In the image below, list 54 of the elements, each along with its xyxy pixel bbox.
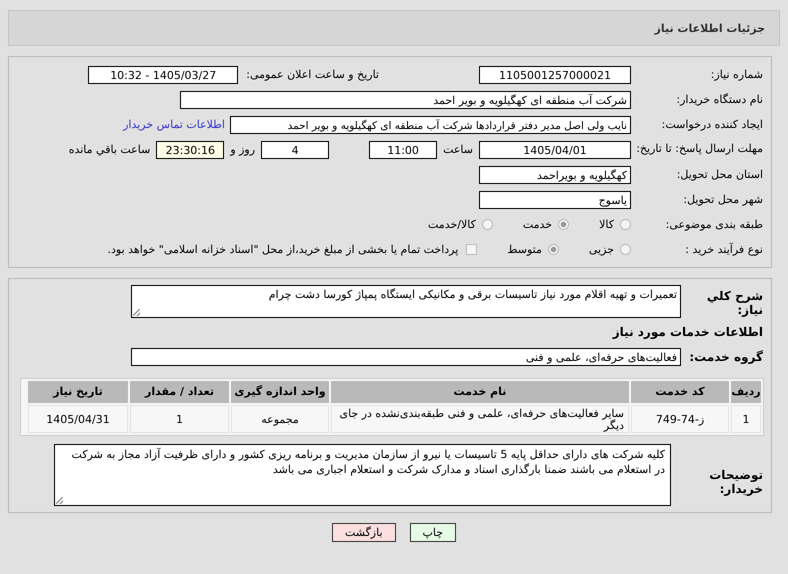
field-label: توضیحات خریدار: xyxy=(708,468,764,496)
service-group-field: فعالیت‌های حرفه‌ای، علمی و فنی xyxy=(131,348,681,366)
remaining-label: ساعت باقي مانده xyxy=(68,143,150,156)
deadline-date-field: 1405/04/01 xyxy=(479,140,631,158)
resize-grip-icon xyxy=(133,309,140,316)
page-title: جزئیات اطلاعات نیاز xyxy=(654,22,765,34)
field-label: استان محل تحویل: xyxy=(676,168,764,181)
radio-option[interactable]: جزیی xyxy=(588,243,631,256)
need-number-field: 1105001257000021 xyxy=(479,66,631,84)
treasury-note: پرداخت تمام یا بخشی از مبلغ خرید،از محل "اسناد خزانه اسلامی" خواهد بود. xyxy=(108,243,458,256)
column-header: تعداد / مقدار xyxy=(130,381,229,403)
field-label: نوع فرآیند خرید : xyxy=(684,243,764,256)
table-cell: 1 xyxy=(130,405,229,433)
radio-option[interactable]: کالا/خدمت xyxy=(428,218,493,231)
field-label: مهلت ارسال پاسخ: تا تاریخ: xyxy=(635,142,764,157)
table-cell: سایر فعالیت‌های حرفه‌ای، علمی و فنی طبقه‌بندی‌نشده در جای دیگر xyxy=(331,405,629,433)
resize-grip-icon xyxy=(56,497,63,504)
checkbox[interactable] xyxy=(466,244,478,255)
radio-option[interactable]: خدمت xyxy=(522,218,570,231)
buyer-name-field: شرکت آب منطقه ای کهگیلویه و بویر احمد xyxy=(180,90,631,108)
radio-option[interactable]: متوسط xyxy=(507,243,559,256)
table-cell: 1 xyxy=(731,405,761,433)
action-button[interactable]: چاپ xyxy=(410,523,456,542)
field-label: تاریخ و ساعت اعلان عمومی: xyxy=(246,68,379,81)
column-header: کد خدمت xyxy=(631,381,729,403)
column-header: واحد اندازه گیری xyxy=(231,381,329,403)
field-label: شرح کلي نیاز: xyxy=(706,289,764,317)
table-cell: ز-74-749 xyxy=(631,405,729,433)
buyer-notes-field: کلیه شرکت های دارای حداقل پایه 5 تاسیسات یا نیرو از سازمان مدیریت و برنامه ریزی کشور و دارای ظرفیت آزاد مجاز به شرکت در استعلام می باشند ضمنا بارگذاری اسناد و مدارک شرکت و استعلام اجباری می باشد xyxy=(54,444,671,506)
remaining-time-field: 23:30:16 xyxy=(156,140,224,158)
section-heading: اطلاعات خدمات مورد نیاز xyxy=(612,324,764,338)
summary-field: تعمیرات و تهیه اقلام مورد نیاز تاسیسات برقی و مکانیکی ایستگاه پمپاژ کورسا دشت چرام xyxy=(131,285,681,318)
creator-field: نایب ولی اصل مدیر دفتر قراردادها شرکت آب منطقه ای کهگیلویه و بویر احمد xyxy=(230,116,631,134)
column-header: تاریخ نیاز xyxy=(28,381,128,403)
days-label: روز و xyxy=(230,143,256,156)
field-label: ایجاد کننده درخواست: xyxy=(660,118,764,131)
action-button[interactable]: بازگشت xyxy=(332,523,396,542)
field-label: شماره نیاز: xyxy=(710,68,764,81)
days-field: 4 xyxy=(261,140,330,158)
column-header: نام خدمت xyxy=(331,381,629,403)
deadline-time-field: 11:00 xyxy=(369,140,438,158)
province-field: کهگیلویه و بویراحمد xyxy=(479,166,631,184)
table-cell: مجموعه xyxy=(231,405,329,433)
time-label: ساعت xyxy=(443,143,473,156)
field-label: گروه خدمت: xyxy=(688,350,764,364)
radio-option[interactable]: کالا xyxy=(599,218,631,231)
announce-date-field: 1405/03/27 - 10:32 xyxy=(88,66,238,84)
field-label: نام دستگاه خریدار: xyxy=(675,93,764,106)
column-header: ردیف xyxy=(731,381,761,403)
city-field: یاسوج xyxy=(479,190,631,208)
contact-link[interactable]: اطلاعات تماس خریدار xyxy=(123,118,225,131)
field-label: طبقه بندی موضوعی: xyxy=(664,218,764,231)
field-label: شهر محل تحویل: xyxy=(682,193,764,206)
table-cell: 1405/04/31 xyxy=(28,405,128,433)
